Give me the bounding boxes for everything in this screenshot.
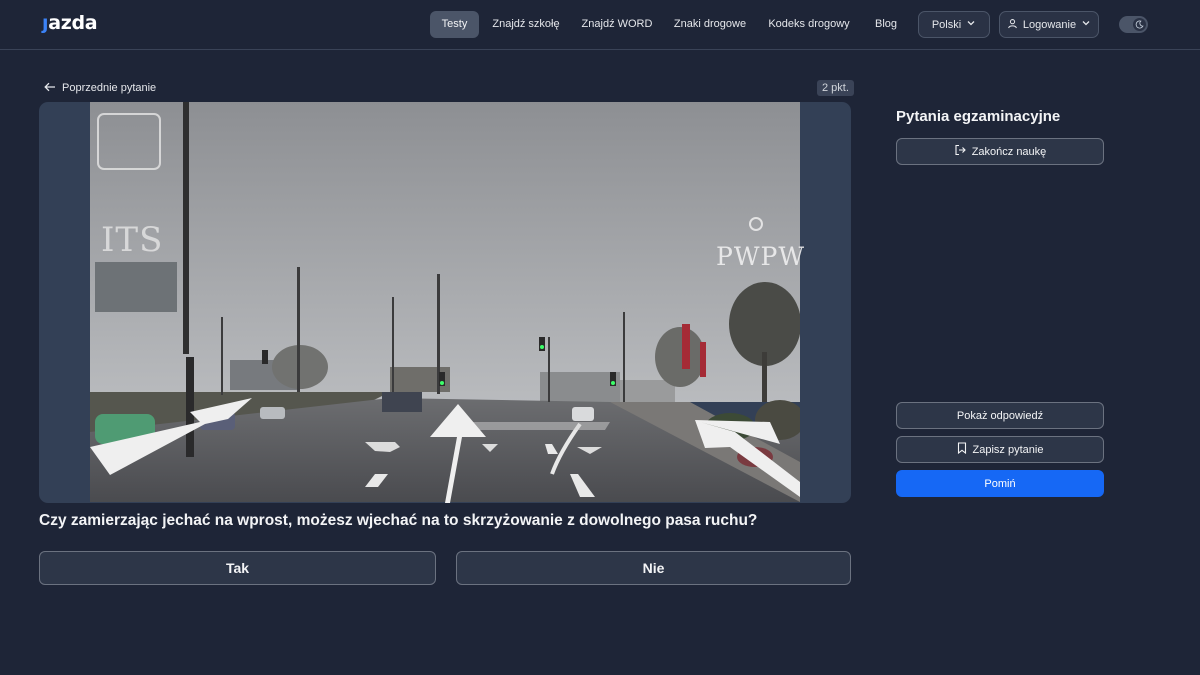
panel-title: Pytania egzaminacyjne [896,108,1061,125]
finish-learning-button[interactable]: Zakończ naukę [896,138,1104,165]
previous-question-link[interactable]: Poprzednie pytanie [44,80,156,96]
bookmark-icon [957,442,967,457]
language-label: Polski [931,18,962,31]
show-answer-button[interactable]: Pokaż odpowiedź [896,402,1104,429]
top-navbar: ȷazda Testy Znajdź szkołę Znajdź WORD Zn… [0,0,1200,50]
logo-text: azda [48,12,98,34]
nav-item-blog[interactable]: Blog [866,11,906,38]
road-scene-image [90,102,800,503]
question-media: ITS PWPW [39,102,851,503]
skip-label: Pomiń [984,477,1016,490]
moon-icon [1135,16,1144,34]
nav-item-road-signs[interactable]: Znaki drogowe [668,11,752,38]
chevron-down-icon [1081,18,1091,31]
save-question-label: Zapisz pytanie [972,443,1044,456]
finish-learning-label: Zakończ naukę [971,145,1047,158]
login-label: Logowanie [1022,18,1077,31]
nav-item-find-school[interactable]: Znajdź szkołę [486,11,566,38]
nav-item-tests[interactable]: Testy [430,11,479,38]
chevron-down-icon [966,18,976,31]
skip-button[interactable]: Pomiń [896,470,1104,497]
language-select[interactable]: Polski [918,11,990,38]
watermark-pwpw: PWPW [716,242,806,271]
theme-toggle[interactable] [1119,16,1148,33]
answer-no-button[interactable]: Nie [456,551,851,585]
logo[interactable]: ȷazda [42,12,98,34]
user-icon [1007,18,1018,32]
login-button[interactable]: Logowanie [999,11,1099,38]
previous-question-label: Poprzednie pytanie [62,82,157,94]
nav-item-traffic-code[interactable]: Kodeks drogowy [763,11,855,38]
answer-yes-button[interactable]: Tak [39,551,436,585]
save-question-button[interactable]: Zapisz pytanie [896,436,1104,463]
show-answer-label: Pokaż odpowiedź [956,409,1044,422]
points-badge: 2 pkt. [817,80,854,96]
nav-item-find-word[interactable]: Znajdź WORD [576,11,658,38]
watermark-its: ITS [101,220,164,260]
arrow-left-icon [44,82,56,95]
question-text: Czy zamierzając jechać na wprost, możesz… [39,512,758,529]
logout-icon [954,144,966,159]
